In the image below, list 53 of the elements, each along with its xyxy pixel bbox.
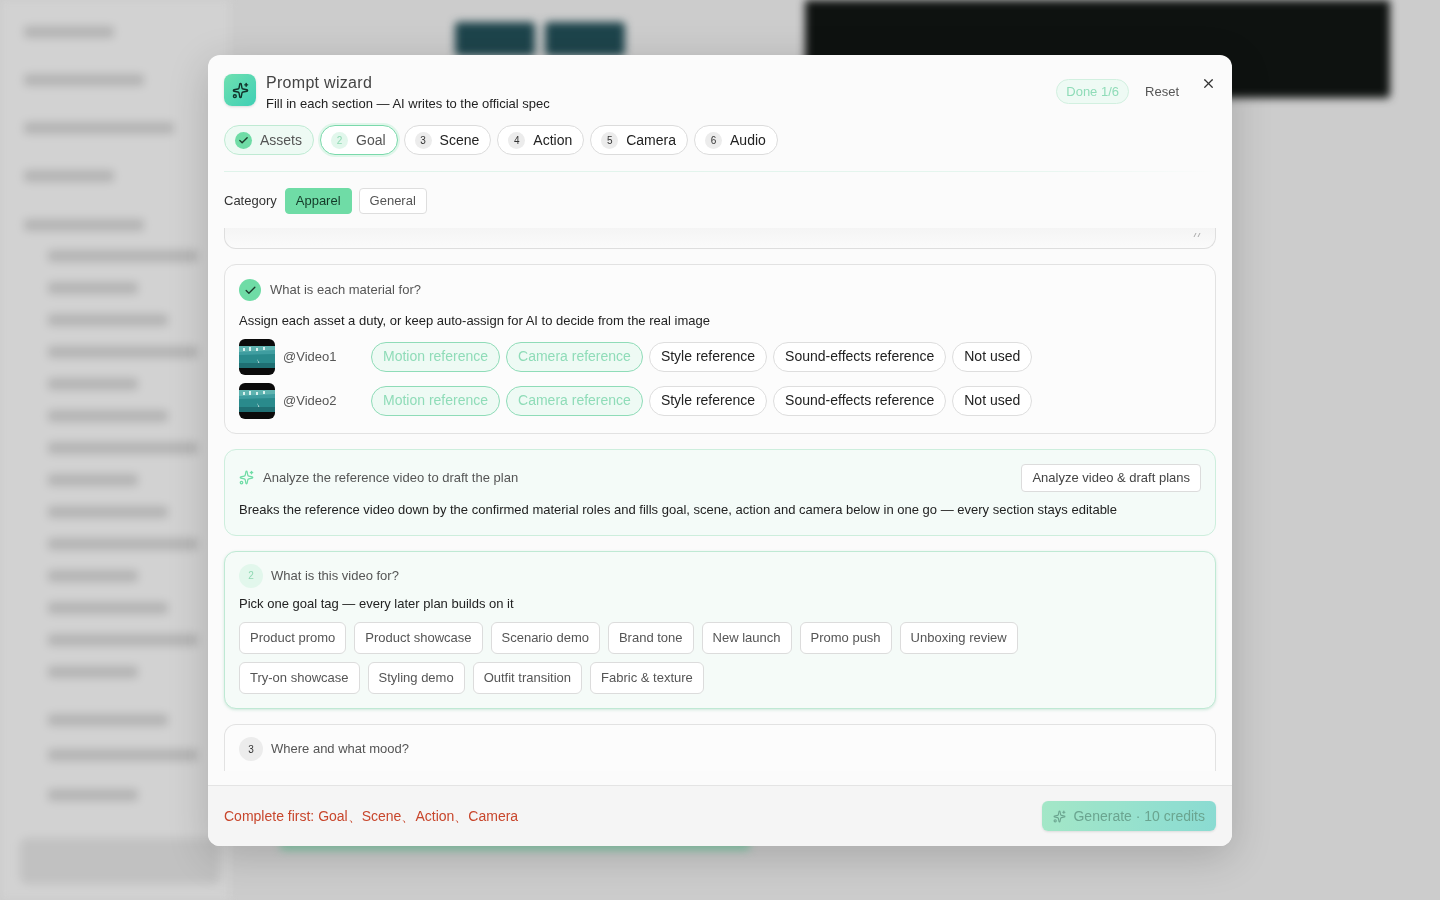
analyze-description: Breaks the reference video down by the confirmed material roles and fills goal, scene, action and camera below in one go — every section stays editable: [239, 500, 1118, 519]
role-chip[interactable]: Sound-effects reference: [773, 341, 947, 372]
role-chip[interactable]: Style reference: [648, 341, 768, 372]
goal-tag[interactable]: Styling demo: [367, 662, 465, 694]
step-tab[interactable]: 3 Scene: [403, 125, 492, 155]
category-label: Category: [224, 192, 277, 211]
sparkle-icon: [1053, 809, 1067, 823]
goal-tag[interactable]: New launch: [701, 622, 792, 654]
step-tab[interactable]: 2 Goal: [320, 125, 398, 155]
step-tab[interactable]: 4 Action: [497, 125, 585, 155]
goal-tag[interactable]: Brand tone: [607, 622, 694, 654]
role-chip[interactable]: Sound-effects reference: [773, 385, 947, 416]
check-icon: [235, 131, 252, 149]
goal-tag[interactable]: Product showcase: [354, 622, 483, 654]
goal-tag[interactable]: Promo push: [799, 622, 892, 654]
role-chip[interactable]: Style reference: [648, 385, 768, 416]
category-option[interactable]: General: [358, 188, 427, 214]
goal-tag[interactable]: Product promo: [239, 622, 347, 654]
resize-handle-icon: [1193, 232, 1201, 238]
progress-badge: Done 1/6: [1056, 79, 1130, 104]
step-number: 3: [414, 131, 432, 149]
section-title: What is each material for?: [270, 281, 421, 300]
sparkle-icon: [239, 470, 254, 485]
analyze-button[interactable]: Analyze video & draft plans: [1021, 463, 1201, 492]
dialog-subtitle: Fill in each section — AI writes to the official spec: [266, 95, 550, 113]
step-number: 6: [705, 131, 722, 149]
analyze-title: Analyze the reference video to draft the plan: [263, 468, 519, 487]
asset-name: @Video2: [283, 391, 338, 410]
section-title: What is this video for?: [271, 566, 399, 585]
section-number: 3: [239, 737, 263, 761]
step-tab[interactable]: Assets: [224, 125, 314, 155]
goal-tag[interactable]: Unboxing review: [899, 622, 1018, 654]
step-tab[interactable]: 6 Audio: [694, 125, 778, 155]
section-description: Pick one goal tag — every later plan builds on it: [239, 594, 515, 613]
reset-button[interactable]: Reset: [1137, 81, 1187, 102]
category-option[interactable]: Apparel: [284, 188, 352, 214]
step-number: 4: [508, 131, 526, 149]
goal-tag[interactable]: Outfit transition: [472, 662, 583, 694]
section-number: 2: [239, 563, 263, 588]
sparkle-logo-icon: [224, 74, 256, 106]
step-number: 2: [331, 131, 348, 149]
role-chip[interactable]: Not used: [952, 385, 1033, 416]
warning-text: Complete first: Goal、Scene、Action、Camera: [224, 806, 519, 826]
asset-name: @Video1: [283, 347, 338, 366]
goal-tag[interactable]: Try-on showcase: [239, 662, 360, 694]
role-chip[interactable]: Not used: [952, 341, 1033, 372]
step-number: 5: [601, 131, 619, 149]
section-title: Where and what mood?: [271, 740, 410, 759]
dialog-title: Prompt wizard: [266, 73, 374, 93]
section-description: Assign each asset a duty, or keep auto-assign for AI to decide from the real image: [239, 312, 711, 330]
goal-tag[interactable]: Fabric & texture: [590, 662, 704, 694]
step-tab[interactable]: 5 Camera: [590, 125, 688, 155]
goal-tag[interactable]: Scenario demo: [490, 622, 600, 654]
